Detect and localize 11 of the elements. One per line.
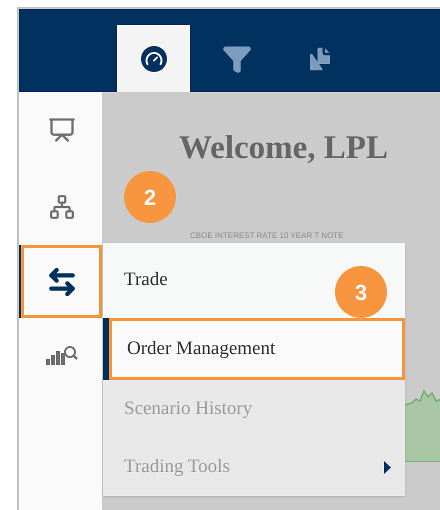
step-badge: 2 xyxy=(124,171,176,223)
presentation-board-icon xyxy=(48,116,76,144)
gauge-icon xyxy=(140,46,166,72)
org-chart-icon xyxy=(48,194,74,220)
sidebar-item[interactable] xyxy=(21,245,102,318)
menu-item[interactable]: Order Management xyxy=(109,318,405,380)
welcome-heading: Welcome, LPL xyxy=(179,129,389,168)
header-tab[interactable] xyxy=(117,25,190,92)
chart-search-icon xyxy=(46,345,78,365)
filter-icon xyxy=(222,44,252,74)
chart-title: CBOE INTEREST RATE 10 YEAR T NOTE xyxy=(190,231,344,240)
